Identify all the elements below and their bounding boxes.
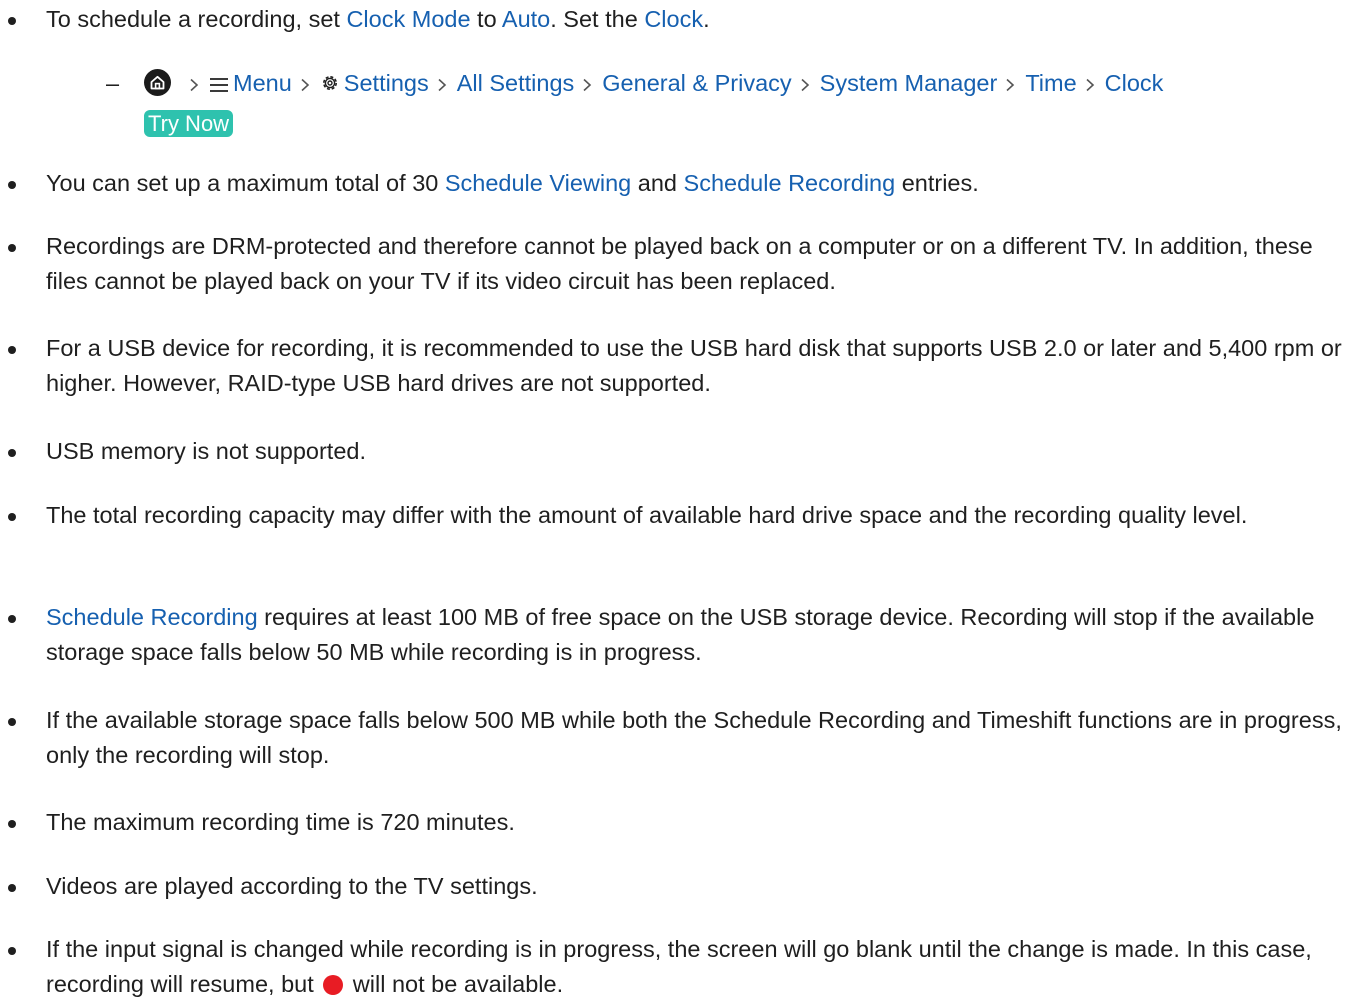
text-segment: to: [470, 6, 502, 32]
record-dot-icon: [323, 975, 344, 995]
bullet: [8, 947, 16, 955]
menu-icon: [209, 65, 229, 105]
link-clock[interactable]: Clock: [644, 6, 703, 32]
item-text: Videos are played according to the TV se…: [46, 873, 538, 899]
home-icon[interactable]: [144, 69, 171, 96]
item-text: The total recording capacity may differ …: [46, 502, 1248, 528]
list-item-usb-device: For a USB device for recording, it is re…: [8, 331, 1356, 401]
chevron-right-icon: [1085, 63, 1095, 103]
item-text: Recordings are DRM-protected and therefo…: [46, 233, 1313, 294]
chevron-right-icon: [1005, 63, 1015, 103]
list-item-usb-memory: USB memory is not supported.: [8, 434, 1356, 469]
dash: –: [106, 70, 120, 96]
link-time[interactable]: Time: [1025, 70, 1076, 96]
item-text: USB memory is not supported.: [46, 438, 366, 464]
link-schedule-viewing[interactable]: Schedule Viewing: [445, 170, 631, 196]
bullet: [8, 17, 16, 25]
list-item-free-space: Schedule Recording requires at least 100…: [8, 600, 1356, 670]
item-text: For a USB device for recording, it is re…: [46, 335, 1342, 396]
text-segment: You can set up a maximum total of 30: [46, 170, 445, 196]
link-system-manager[interactable]: System Manager: [820, 70, 998, 96]
chevron-right-icon: [800, 63, 810, 103]
bullet: [8, 449, 16, 457]
bullet: [8, 181, 16, 189]
bullet: [8, 244, 16, 252]
list-item-capacity: The total recording capacity may differ …: [8, 498, 1356, 533]
bullet: [8, 615, 16, 623]
bullet: [8, 884, 16, 892]
text-segment: If the input signal is changed while rec…: [46, 936, 1312, 997]
link-auto[interactable]: Auto: [502, 6, 550, 32]
link-menu[interactable]: Menu: [233, 70, 292, 96]
text-segment: . Set the: [550, 6, 645, 32]
link-general-privacy[interactable]: General & Privacy: [602, 70, 791, 96]
bullet: [8, 718, 16, 726]
chevron-right-icon: [189, 63, 199, 103]
list-item-input-signal: If the input signal is changed while rec…: [8, 932, 1356, 1002]
link-clock-mode[interactable]: Clock Mode: [346, 6, 470, 32]
text-segment: .: [703, 6, 710, 32]
list-item-max-time: The maximum recording time is 720 minute…: [8, 805, 1356, 840]
chevron-right-icon: [582, 63, 592, 103]
list-item-tv-settings: Videos are played according to the TV se…: [8, 869, 1356, 904]
item-text: The maximum recording time is 720 minute…: [46, 809, 515, 835]
try-now-button[interactable]: Try Now: [144, 110, 234, 137]
breadcrumb: Menu Settings All Settings General & Privac…: [144, 63, 1163, 105]
text-segment: entries.: [895, 170, 979, 196]
text-segment: will not be available.: [346, 971, 564, 997]
list-item-timeshift: If the available storage space falls bel…: [8, 703, 1356, 773]
page: To schedule a recording, set Clock Mode …: [0, 0, 1367, 1003]
link-all-settings[interactable]: All Settings: [457, 70, 575, 96]
text-segment: and: [631, 170, 684, 196]
bullet: [8, 346, 16, 354]
link-schedule-recording[interactable]: Schedule Recording: [46, 604, 258, 630]
list-item-drm: Recordings are DRM-protected and therefo…: [8, 229, 1356, 299]
bullet: [8, 820, 16, 828]
item-text: If the available storage space falls bel…: [46, 707, 1342, 768]
chevron-right-icon: [437, 63, 447, 103]
text-segment: To schedule a recording, set: [46, 6, 347, 32]
gear-icon: [320, 65, 340, 105]
list-item-clock-mode: To schedule a recording, set Clock Mode …: [8, 2, 1356, 137]
chevron-right-icon: [300, 63, 310, 103]
list-item-max-entries: You can set up a maximum total of 30 Sch…: [8, 166, 1356, 201]
link-settings[interactable]: Settings: [344, 70, 429, 96]
link-clock-path[interactable]: Clock: [1105, 70, 1164, 96]
link-schedule-recording[interactable]: Schedule Recording: [684, 170, 896, 196]
bullet: [8, 513, 16, 521]
